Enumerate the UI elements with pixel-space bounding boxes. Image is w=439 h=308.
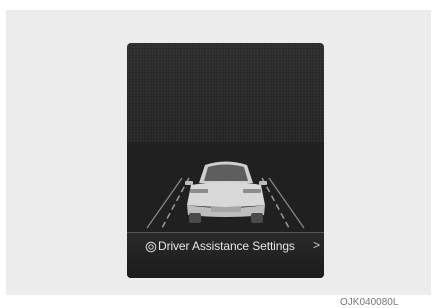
chevron-right-icon[interactable]: > xyxy=(313,238,320,252)
cluster-display: Driver Assistance Settings > xyxy=(127,43,324,278)
settings-label: Driver Assistance Settings xyxy=(158,239,295,253)
figure-code: OJK040080L xyxy=(340,297,399,308)
driver-assistance-settings-item[interactable]: Driver Assistance Settings > xyxy=(127,236,324,258)
gear-icon xyxy=(145,241,157,253)
